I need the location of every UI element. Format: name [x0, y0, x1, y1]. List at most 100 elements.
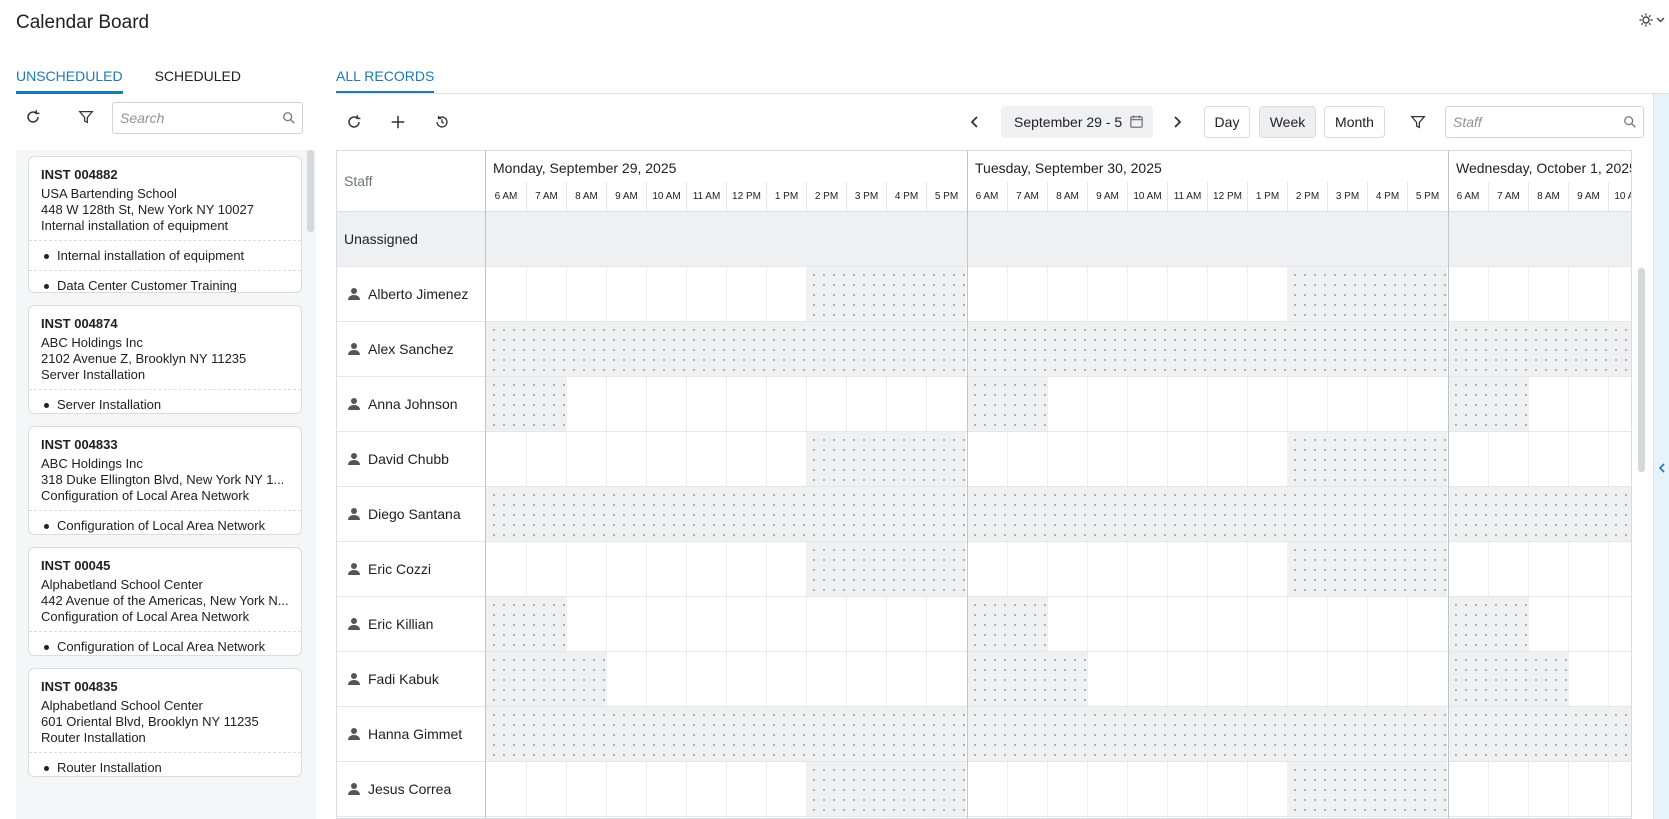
timeline-area: Monday, September 29, 2025 6 AM 7 AM 8 AM 9 …: [486, 151, 1631, 818]
card-id: INST 004882: [41, 167, 118, 182]
hour-header: 7 AM: [526, 182, 566, 212]
row-divider: [486, 486, 1631, 487]
date-range-text: September 29 - 5: [1014, 114, 1123, 130]
unavailable-block: [1448, 487, 1631, 542]
unassigned-row-label: Unassigned: [337, 212, 485, 267]
card-address: 2102 Avenue Z, Brooklyn NY 11235: [41, 351, 247, 366]
calendar-icon[interactable]: [1129, 114, 1144, 129]
unavailable-block: [1287, 542, 1447, 597]
card-description: Configuration of Local Area Network: [41, 609, 250, 624]
settings-gear-icon[interactable]: [1638, 12, 1668, 32]
unavailable-block: [486, 487, 966, 542]
unscheduled-list: INST 004882 USA Bartending School 448 W …: [16, 150, 316, 819]
left-scrollbar[interactable]: [307, 150, 314, 232]
staff-name: Alex Sanchez: [368, 341, 454, 357]
card-customer: USA Bartending School: [41, 186, 177, 201]
card-description: Configuration of Local Area Network: [41, 488, 250, 503]
staff-search-input[interactable]: [1446, 107, 1617, 137]
staff-search-box: [1445, 106, 1644, 138]
day-divider: [1448, 151, 1449, 818]
filter-unscheduled-button[interactable]: [72, 103, 100, 131]
staff-name: Fadi Kabuk: [368, 671, 439, 687]
card-id: INST 004835: [41, 679, 118, 694]
person-icon: [348, 783, 360, 795]
hour-header: 5 PM: [1407, 182, 1447, 212]
hour-header: 4 PM: [886, 182, 926, 212]
add-button[interactable]: [384, 108, 412, 136]
refresh-unscheduled-button[interactable]: [19, 103, 47, 131]
filter-staff-button[interactable]: [1404, 108, 1432, 136]
tab-scheduled[interactable]: SCHEDULED: [155, 68, 241, 94]
unavailable-block: [1448, 377, 1528, 432]
unavailable-block: [486, 377, 566, 432]
hour-header: 11 AM: [1167, 182, 1207, 212]
unassigned-row[interactable]: [486, 212, 1631, 267]
staff-row: Diego Santana: [337, 487, 485, 542]
unavailable-block: [806, 542, 966, 597]
next-period-button[interactable]: [1163, 106, 1191, 138]
row-divider: [486, 321, 1631, 322]
hour-header: 4 PM: [1367, 182, 1407, 212]
staff-row: Alex Sanchez: [337, 322, 485, 377]
date-range-picker[interactable]: September 29 - 5: [1001, 106, 1153, 138]
appointment-card[interactable]: INST 004882 USA Bartending School 448 W …: [28, 156, 302, 293]
search-icon[interactable]: [1623, 115, 1637, 129]
hour-header: 3 PM: [846, 182, 886, 212]
card-id: INST 004833: [41, 437, 118, 452]
appointment-card[interactable]: INST 004835 Alphabetland School Center 6…: [28, 668, 302, 777]
hour-header: 5 PM: [926, 182, 966, 212]
day-divider: [967, 151, 968, 818]
person-icon: [348, 728, 360, 740]
refresh-schedule-button[interactable]: [340, 108, 368, 136]
view-month-button[interactable]: Month: [1324, 106, 1385, 138]
card-customer: ABC Holdings Inc: [41, 335, 143, 350]
staff-name: Anna Johnson: [368, 396, 458, 412]
row-divider: [486, 266, 1631, 267]
side-panel-toggle[interactable]: [1653, 94, 1669, 819]
person-icon: [348, 618, 360, 630]
unavailable-block: [967, 707, 1447, 762]
day-header: Wednesday, October 1, 2025: [1448, 151, 1631, 182]
person-icon: [348, 288, 360, 300]
staff-row: Alberto Jimenez: [337, 267, 485, 322]
hour-header: 1 PM: [1247, 182, 1287, 212]
staff-row: Fadi Kabuk: [337, 652, 485, 707]
staff-name: Hanna Gimmet: [368, 726, 463, 742]
staff-name: Jesus Correa: [368, 781, 452, 797]
view-week-button[interactable]: Week: [1259, 106, 1316, 138]
appointment-card[interactable]: INST 004874 ABC Holdings Inc 2102 Avenue…: [28, 305, 302, 414]
search-icon[interactable]: [282, 111, 296, 125]
hour-header: 9 AM: [1568, 182, 1608, 212]
unavailable-block: [967, 487, 1447, 542]
appointment-card[interactable]: INST 004833 ABC Holdings Inc 318 Duke El…: [28, 426, 302, 535]
staff-row: Anna Johnson: [337, 377, 485, 432]
left-search-box: [112, 102, 303, 134]
day-header: Tuesday, September 30, 2025: [967, 151, 1448, 182]
hour-header: 8 AM: [566, 182, 606, 212]
row-divider: [486, 431, 1631, 432]
appointment-card[interactable]: INST 00045 Alphabetland School Center 44…: [28, 547, 302, 656]
previous-period-button[interactable]: [961, 106, 989, 138]
unavailable-block: [486, 652, 606, 707]
schedule-grid: Staff Unassigned Alberto Jimenez Alex San…: [336, 150, 1632, 819]
staff-name: Diego Santana: [368, 506, 461, 522]
reset-button[interactable]: [428, 108, 456, 136]
hour-header: 2 PM: [806, 182, 846, 212]
filter-icon: [1410, 115, 1426, 129]
day-header: Monday, September 29, 2025: [493, 160, 677, 176]
card-id: INST 004874: [41, 316, 118, 331]
search-input[interactable]: [113, 103, 276, 133]
hour-header: 12 PM: [1207, 182, 1247, 212]
unavailable-block: [1448, 707, 1631, 762]
row-divider: [486, 541, 1631, 542]
card-item: Internal installation of equipment: [29, 240, 301, 270]
tabs-divider: [336, 93, 1669, 94]
tab-all-records[interactable]: ALL RECORDS: [336, 68, 435, 94]
schedule-scrollbar[interactable]: [1638, 268, 1645, 472]
person-icon: [348, 563, 360, 575]
unavailable-block: [1287, 432, 1447, 487]
staff-column: Staff Unassigned Alberto Jimenez Alex San…: [337, 151, 486, 818]
unavailable-block: [1448, 322, 1631, 377]
view-day-button[interactable]: Day: [1204, 106, 1250, 138]
tab-unscheduled[interactable]: UNSCHEDULED: [16, 68, 123, 94]
